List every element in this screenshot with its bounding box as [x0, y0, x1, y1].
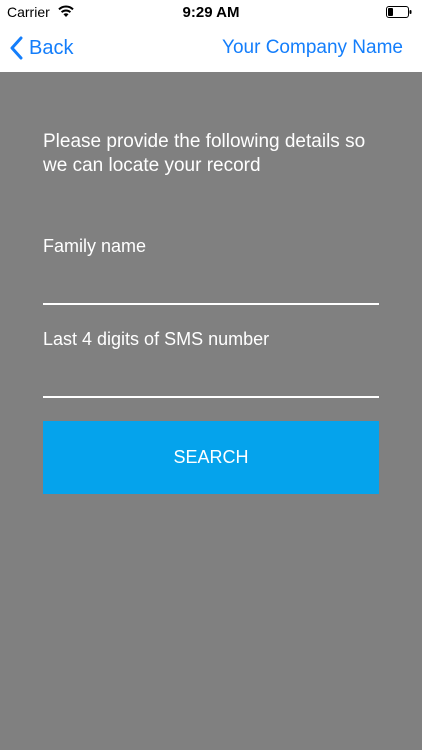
family-name-label: Family name	[43, 236, 147, 256]
search-form: Please provide the following details so …	[0, 72, 422, 750]
sms-digits-input[interactable]	[43, 364, 379, 398]
instructions-text: Please provide the following details so …	[43, 131, 366, 176]
family-name-input[interactable]	[43, 271, 379, 305]
back-button[interactable]: Back	[9, 34, 73, 62]
navigation-bar: Back Your Company Name	[0, 24, 422, 72]
chevron-left-icon	[10, 36, 23, 60]
battery-icon	[386, 6, 412, 18]
status-bar: Carrier 9:29 AM	[0, 0, 422, 24]
clock-time: 9:29 AM	[182, 4, 240, 21]
sms-digits-label: Last 4 digits of SMS number	[43, 329, 270, 349]
back-label: Back	[29, 36, 74, 59]
company-name-button[interactable]: Your Company Name	[222, 37, 403, 59]
search-button[interactable]: SEARCH	[43, 421, 379, 494]
